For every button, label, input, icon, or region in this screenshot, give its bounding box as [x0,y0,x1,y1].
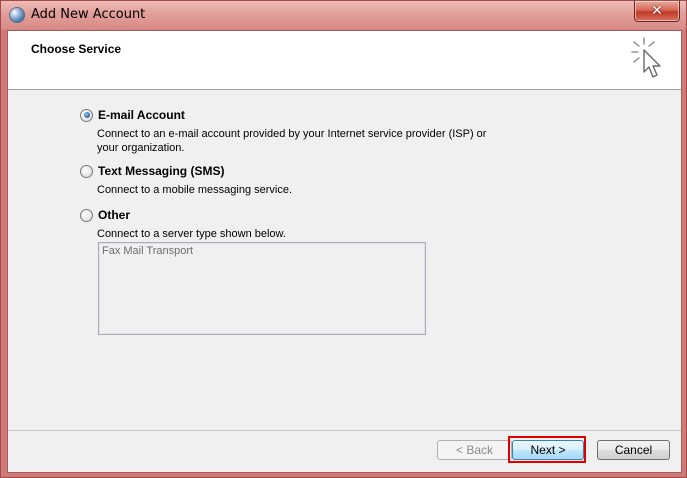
option-email-description-line2: your organization. [97,142,185,154]
option-email-account[interactable]: E-mail Account [80,108,185,122]
option-sms-description: Connect to a mobile messaging service. [97,183,517,197]
wizard-client-area: Choose Service E-mail Account Connect to… [7,30,682,473]
option-other-description: Connect to a server type shown below. [97,227,517,241]
wizard-header: Choose Service [8,31,681,90]
option-text-messaging[interactable]: Text Messaging (SMS) [80,164,224,178]
add-account-window: Add New Account ✕ Choose Service E-mail … [0,0,687,478]
option-other-description-line1: Connect to a server type shown below. [97,228,286,240]
option-other-label: Other [98,208,131,222]
radio-email-account[interactable] [80,108,93,122]
close-button[interactable]: ✕ [634,1,680,22]
title-bar[interactable]: Add New Account ✕ [1,1,686,29]
option-sms-label: Text Messaging (SMS) [98,164,225,178]
window-title: Add New Account [31,7,146,22]
radio-other[interactable] [80,208,93,222]
page-title: Choose Service [31,42,122,56]
option-email-description-line1: Connect to an e-mail account provided by… [97,128,487,140]
cancel-button[interactable]: Cancel [597,440,670,460]
option-sms-description-line1: Connect to a mobile messaging service. [97,184,293,196]
server-type-list[interactable]: Fax Mail Transport [98,242,426,335]
outlook-app-icon[interactable] [9,7,25,23]
cursor-sparkle-icon [631,37,661,78]
back-button[interactable]: < Back [437,440,512,460]
close-icon: ✕ [651,3,663,19]
option-email-description: Connect to an e-mail account provided by… [97,127,517,155]
option-other[interactable]: Other [80,208,130,222]
radio-text-messaging[interactable] [80,164,93,178]
option-email-label: E-mail Account [98,108,185,122]
next-button-highlight [508,436,586,463]
footer-divider [8,430,681,431]
list-item[interactable]: Fax Mail Transport [102,245,193,257]
